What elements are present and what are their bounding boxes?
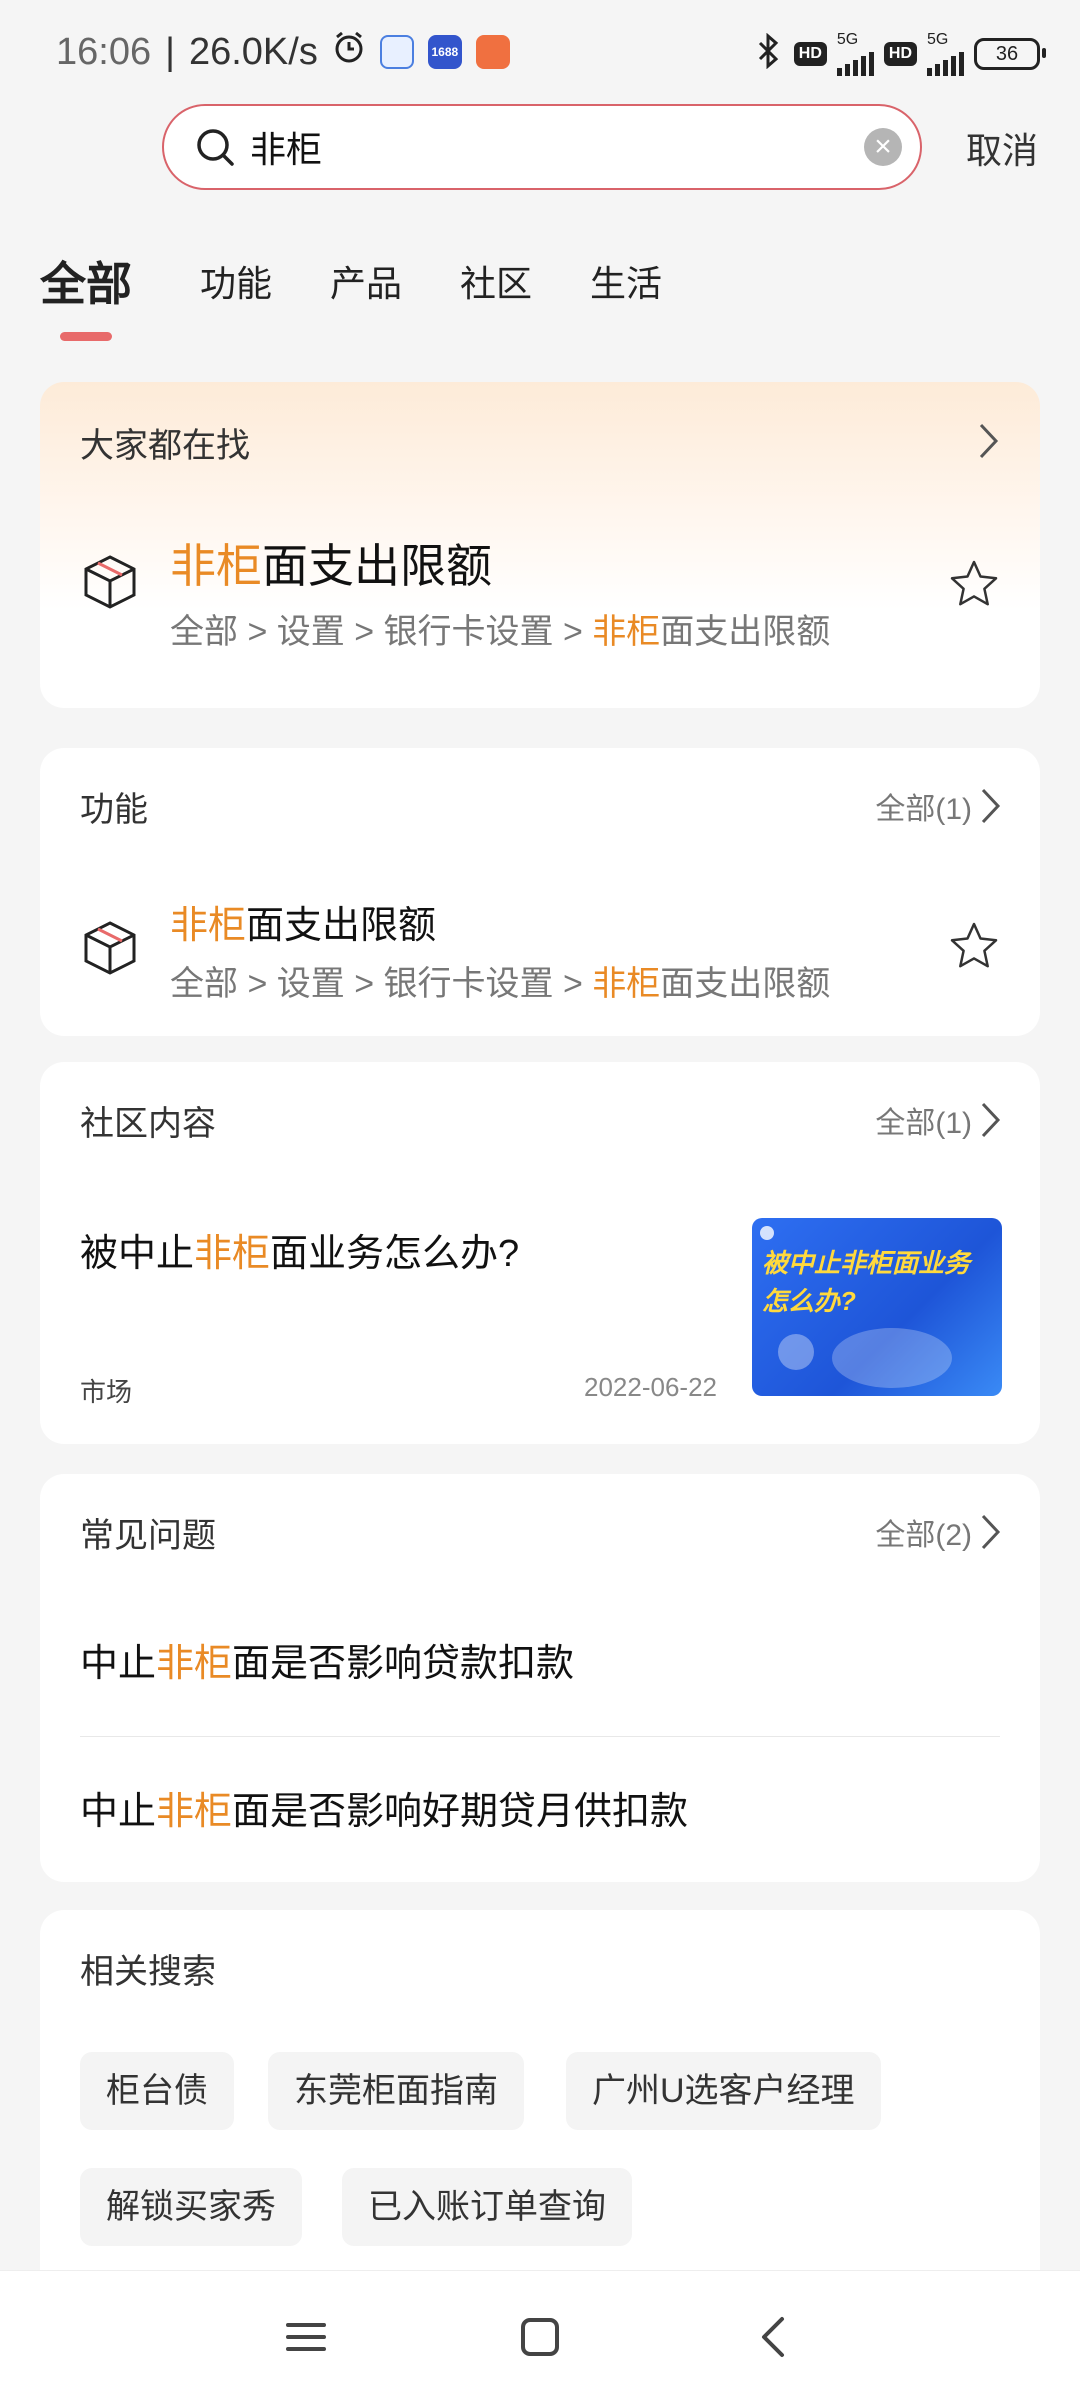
related-chip[interactable]: 广州U选客户经理: [566, 2052, 881, 2130]
app-notification-icon-2: [475, 35, 510, 69]
faq-item[interactable]: 中止非柜面是否影响好期贷月供扣款: [80, 1780, 688, 1835]
hot-item-path: 全部 > 设置 > 银行卡设置 > 非柜面支出限额: [170, 613, 831, 651]
related-chip[interactable]: 解锁买家秀: [80, 2168, 302, 2246]
bluetooth-icon: [754, 32, 784, 75]
community-header: 社区内容: [80, 1105, 216, 1143]
chevron-right-icon[interactable]: [978, 422, 1000, 460]
tab-indicator: [60, 332, 112, 341]
functions-header: 功能: [80, 791, 148, 829]
related-chip[interactable]: 东莞柜面指南: [268, 2052, 524, 2130]
tab-all[interactable]: 全部: [40, 248, 132, 314]
hot-item-title: 非柜面支出限额: [170, 540, 492, 592]
post-date: 2022-06-22: [584, 1372, 717, 1402]
tab-products[interactable]: 产品: [330, 255, 402, 307]
tab-community[interactable]: 社区: [460, 255, 532, 307]
network-type-label-2: 5G: [927, 31, 949, 48]
network-type-label: 5G: [836, 31, 859, 48]
thumbnail-text: 被中止非柜面业务 怎么办?: [762, 1248, 971, 1316]
home-icon[interactable]: [516, 2313, 564, 2361]
status-time: 16:06: [56, 30, 152, 73]
post-tag: 市场: [80, 1377, 133, 1407]
signal-icon-2: [927, 48, 964, 76]
search-input[interactable]: 非柜 ×: [162, 104, 922, 190]
functions-more-label: 全部(1): [875, 793, 972, 826]
hot-search-card: 大家都在找 非柜面支出限额 全部 > 设置 > 银行卡设置 > 非柜面支出限额: [40, 382, 1040, 708]
related-chip[interactable]: 已入账订单查询: [342, 2168, 632, 2246]
community-more-label: 全部(1): [875, 1107, 972, 1140]
category-tabs: 全部 功能 产品 社区 生活: [40, 248, 720, 314]
app-notification-icon: [379, 35, 414, 69]
function-item-title: 非柜面支出限额: [170, 905, 437, 947]
chevron-right-icon: [981, 1514, 1001, 1550]
cube-icon: [84, 921, 136, 975]
function-item-path: 全部 > 设置 > 银行卡设置 > 非柜面支出限额: [170, 965, 831, 1003]
star-icon[interactable]: [948, 558, 1000, 610]
network-speed: 26.0K/s: [188, 30, 318, 73]
community-card: 社区内容 全部(1) 被中止非柜面业务怎么办? 市场 2022-06-22 被中…: [40, 1062, 1040, 1444]
alarm-icon: [332, 30, 366, 74]
battery-level: 36: [995, 42, 1019, 65]
back-icon[interactable]: [750, 2313, 798, 2361]
app-1688-icon: 1688: [427, 35, 462, 69]
functions-card: 功能 全部(1) 非柜面支出限额 全部 > 设置 > 银行卡设置 > 非柜面支出…: [40, 748, 1040, 1036]
community-more-link[interactable]: 全部(1): [875, 1098, 1002, 1142]
menu-icon[interactable]: [282, 2313, 330, 2361]
search-query[interactable]: 非柜: [250, 121, 864, 173]
chevron-right-icon: [981, 1102, 1001, 1138]
related-header: 相关搜索: [80, 1953, 216, 1991]
post-title: 被中止非柜面业务怎么办?: [80, 1233, 520, 1275]
battery-icon: 36: [974, 38, 1046, 70]
search-icon: [197, 129, 234, 166]
chevron-right-icon: [981, 788, 1001, 824]
faq-item[interactable]: 中止非柜面是否影响贷款扣款: [80, 1632, 574, 1687]
faq-header: 常见问题: [80, 1517, 216, 1555]
bank-logo-icon: [760, 1226, 774, 1240]
clear-search-icon[interactable]: ×: [864, 128, 902, 166]
tab-life[interactable]: 生活: [590, 255, 662, 307]
signal-icon: [836, 48, 874, 76]
post-thumbnail: 被中止非柜面业务 怎么办?: [752, 1218, 1002, 1396]
cube-icon: [84, 555, 136, 609]
faq-more-link[interactable]: 全部(2): [875, 1510, 1002, 1554]
related-chip[interactable]: 柜台债: [80, 2052, 234, 2130]
faq-more-label: 全部(2): [875, 1519, 972, 1552]
star-icon[interactable]: [948, 920, 1000, 972]
status-bar: 16:06 | 26.0K/s 1688 HD 5G HD 5G 36: [0, 0, 1080, 115]
faq-card: 常见问题 全部(2) 中止非柜面是否影响贷款扣款 中止非柜面是否影响好期贷月供扣…: [40, 1474, 1040, 1882]
cancel-button[interactable]: 取消: [966, 122, 1038, 174]
functions-more-link[interactable]: 全部(1): [875, 784, 1002, 828]
system-nav-bar: [0, 2270, 1080, 2401]
hot-search-header: 大家都在找: [80, 427, 250, 465]
tab-functions[interactable]: 功能: [200, 255, 272, 307]
hd-badge-2: HD: [883, 42, 917, 66]
hd-badge: HD: [793, 42, 827, 66]
divider: [80, 1736, 1000, 1737]
